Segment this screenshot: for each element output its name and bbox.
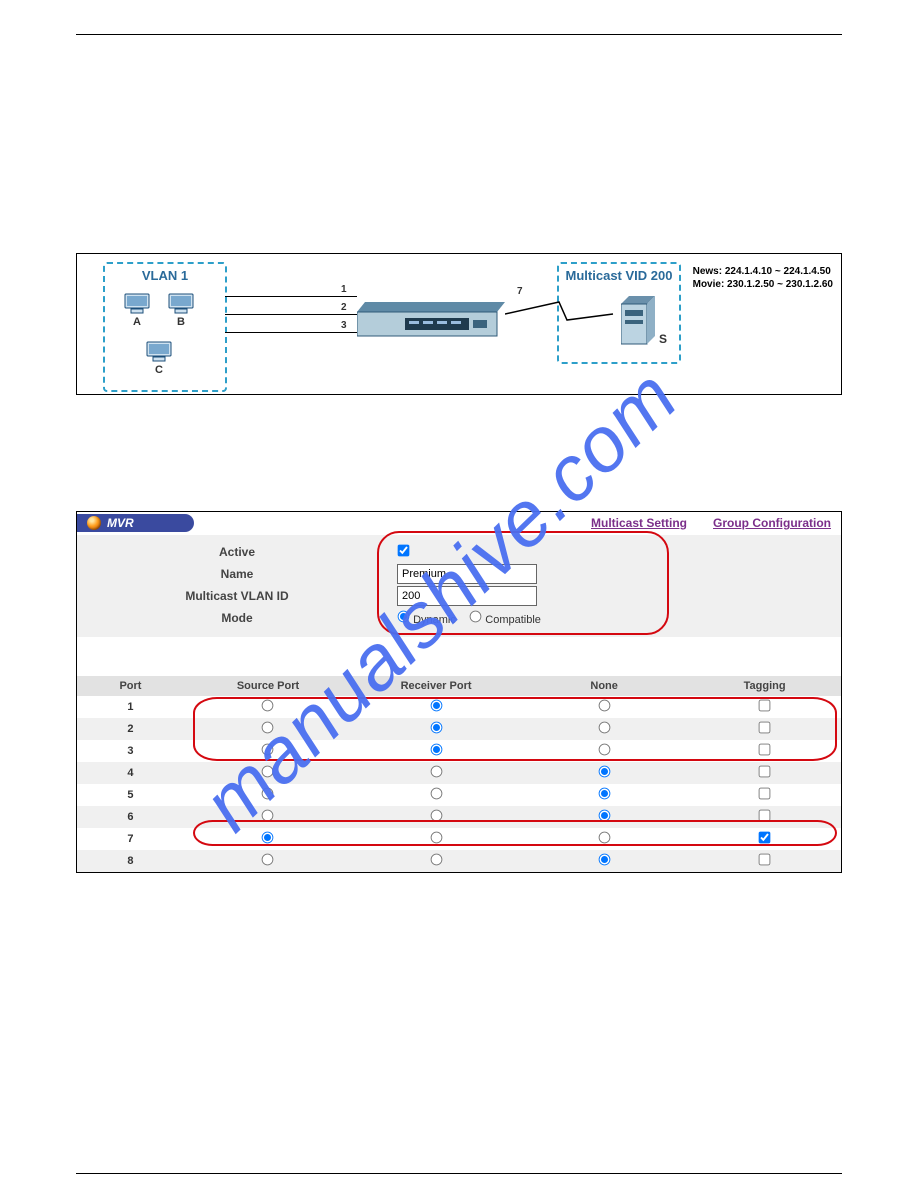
port-number-cell: 8 (77, 850, 184, 872)
wire (225, 296, 357, 297)
wire (225, 314, 357, 315)
tagging-checkbox[interactable] (759, 832, 771, 844)
col-receiver: Receiver Port (352, 676, 520, 696)
table-row: 8 (77, 850, 841, 872)
vlan1-group-box: VLAN 1 A B C (103, 262, 227, 392)
none-port-radio[interactable] (598, 788, 610, 800)
source-port-radio[interactable] (262, 722, 274, 734)
source-port-radio[interactable] (262, 744, 274, 756)
orb-icon (87, 516, 101, 530)
tagging-checkbox[interactable] (759, 766, 771, 778)
panel-title-pill: MVR (77, 514, 194, 532)
wire (225, 332, 357, 333)
port-grid-wrapper: Port Source Port Receiver Port None Tagg… (77, 676, 841, 872)
port-number-cell: 7 (77, 828, 184, 850)
panel-header: MVR Multicast Setting Group Configuratio… (77, 512, 841, 534)
port-number-cell: 4 (77, 762, 184, 784)
vlan1-label: VLAN 1 (105, 268, 225, 283)
port-number-cell: 6 (77, 806, 184, 828)
tagging-checkbox[interactable] (759, 810, 771, 822)
page: manualshive.com VLAN 1 A B C Multicast V… (0, 0, 918, 1188)
tagging-checkbox[interactable] (759, 722, 771, 734)
mvr-settings-band: Active Name Multicast VLAN ID Mode Dynam… (77, 534, 841, 638)
computer-icon (123, 292, 151, 316)
receiver-port-radio[interactable] (430, 744, 442, 756)
table-row: 5 (77, 784, 841, 806)
active-label: Active (77, 545, 397, 559)
col-none: None (520, 676, 688, 696)
multicast-vid-label: Multicast VID 200 (559, 268, 679, 283)
computer-a-label: A (123, 316, 151, 328)
table-row: 1 (77, 696, 841, 718)
receiver-port-radio[interactable] (430, 854, 442, 866)
bottom-rule (76, 1173, 842, 1174)
port-role-table: Port Source Port Receiver Port None Tagg… (77, 676, 841, 872)
none-port-radio[interactable] (598, 854, 610, 866)
spacer (77, 638, 841, 676)
computer-icon (145, 340, 173, 364)
table-row: 6 (77, 806, 841, 828)
receiver-port-radio[interactable] (430, 788, 442, 800)
computer-c-label: C (145, 364, 173, 376)
panel-title: MVR (107, 516, 134, 530)
col-tagging: Tagging (688, 676, 841, 696)
mvr-panel: MVR Multicast Setting Group Configuratio… (76, 511, 842, 873)
port-3-label: 3 (341, 320, 347, 331)
mode-label: Mode (77, 611, 397, 625)
none-port-radio[interactable] (598, 700, 610, 712)
source-port-radio[interactable] (262, 810, 274, 822)
multicast-ranges-text: News: 224.1.4.10 ~ 224.1.4.50 Movie: 230… (693, 266, 833, 291)
col-port: Port (77, 676, 184, 696)
receiver-port-radio[interactable] (430, 766, 442, 778)
computer-icon (167, 292, 195, 316)
tagging-checkbox[interactable] (759, 700, 771, 712)
active-checkbox[interactable] (398, 545, 410, 557)
tagging-checkbox[interactable] (759, 788, 771, 800)
source-port-radio[interactable] (262, 766, 274, 778)
receiver-port-radio[interactable] (430, 832, 442, 844)
receiver-port-radio[interactable] (430, 700, 442, 712)
name-input[interactable] (397, 564, 537, 584)
receiver-port-radio[interactable] (430, 722, 442, 734)
source-port-radio[interactable] (262, 788, 274, 800)
port-7-label: 7 (517, 286, 523, 297)
table-row: 4 (77, 762, 841, 784)
table-row: 2 (77, 718, 841, 740)
tagging-checkbox[interactable] (759, 854, 771, 866)
multicast-vlan-id-label: Multicast VLAN ID (77, 589, 397, 603)
none-port-radio[interactable] (598, 722, 610, 734)
top-rule (76, 34, 842, 35)
mode-compatible-radio[interactable] (470, 611, 482, 623)
name-label: Name (77, 567, 397, 581)
none-port-radio[interactable] (598, 766, 610, 778)
table-row: 3 (77, 740, 841, 762)
none-port-radio[interactable] (598, 832, 610, 844)
none-port-radio[interactable] (598, 810, 610, 822)
none-port-radio[interactable] (598, 744, 610, 756)
multicast-vlan-id-input[interactable] (397, 586, 537, 606)
source-port-radio[interactable] (262, 700, 274, 712)
port-number-cell: 2 (77, 718, 184, 740)
col-source: Source Port (184, 676, 352, 696)
server-icon (621, 296, 655, 346)
computer-b-label: B (167, 316, 195, 328)
group-configuration-link[interactable]: Group Configuration (713, 516, 831, 530)
port-2-label: 2 (341, 302, 347, 313)
mode-dynamic-radio[interactable] (398, 611, 410, 623)
port-1-label: 1 (341, 284, 347, 295)
source-port-radio[interactable] (262, 854, 274, 866)
table-row: 7 (77, 828, 841, 850)
multicast-setting-link[interactable]: Multicast Setting (591, 516, 687, 530)
source-port-radio[interactable] (262, 832, 274, 844)
network-diagram: VLAN 1 A B C Multicast VID 200 News: 224… (76, 253, 842, 395)
switch-icon (357, 302, 505, 340)
port-number-cell: 3 (77, 740, 184, 762)
tagging-checkbox[interactable] (759, 744, 771, 756)
receiver-port-radio[interactable] (430, 810, 442, 822)
server-s-label: S (659, 332, 667, 346)
port-number-cell: 5 (77, 784, 184, 806)
port-number-cell: 1 (77, 696, 184, 718)
